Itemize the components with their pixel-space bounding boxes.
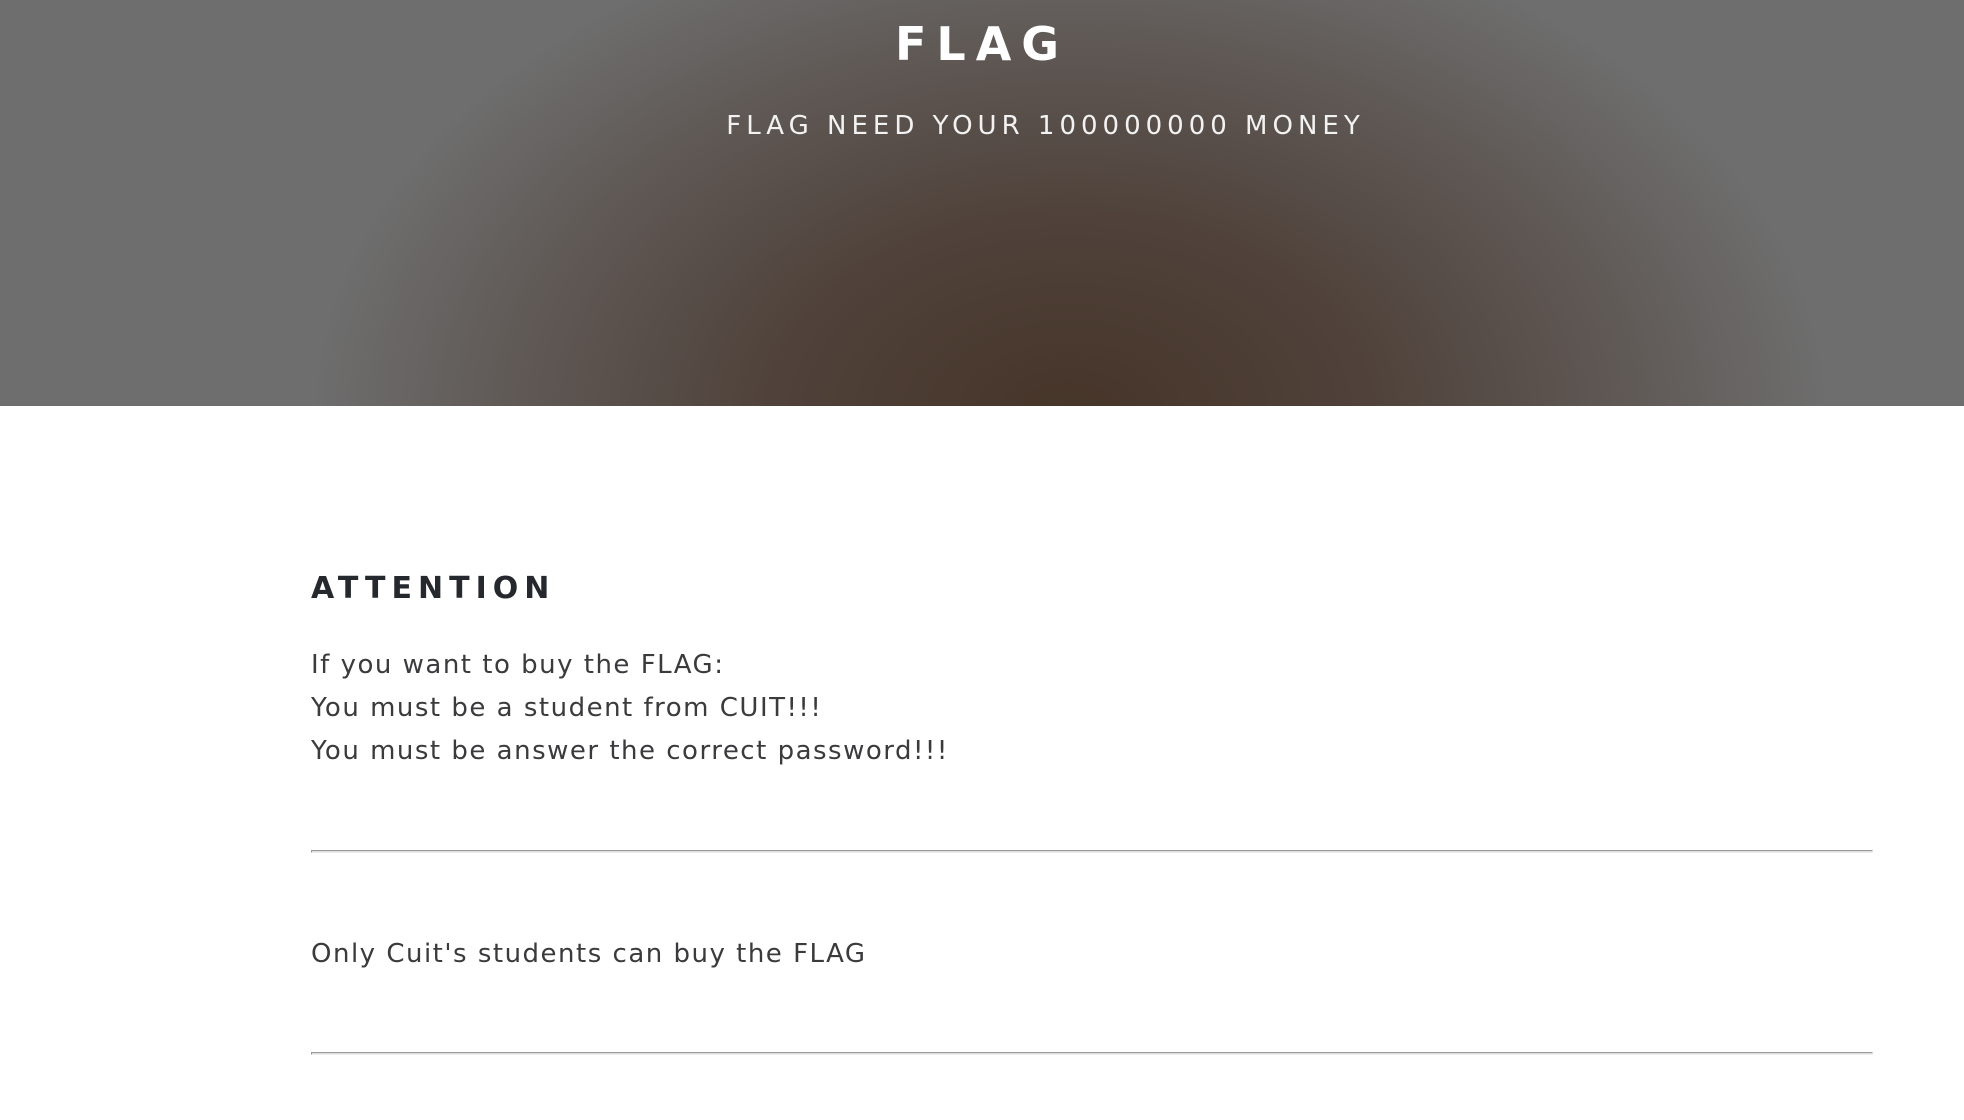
attention-line: You must be answer the correct password!… bbox=[311, 736, 949, 766]
page-subtitle: FLAG NEED YOUR 100000000 MONEY bbox=[726, 111, 1365, 141]
page-title: FLAG bbox=[894, 17, 1070, 71]
divider bbox=[311, 1052, 1873, 1055]
attention-text: If you want to buy the FLAG: You must be… bbox=[311, 644, 1511, 773]
attention-line: If you want to buy the FLAG: bbox=[311, 650, 725, 680]
hero-banner: FLAG FLAG NEED YOUR 100000000 MONEY bbox=[0, 0, 1964, 406]
attention-line: You must be a student from CUIT!!! bbox=[311, 693, 823, 723]
students-only-note: Only Cuit's students can buy the FLAG bbox=[311, 939, 867, 969]
divider bbox=[311, 850, 1873, 853]
attention-heading: ATTENTION bbox=[311, 571, 556, 606]
